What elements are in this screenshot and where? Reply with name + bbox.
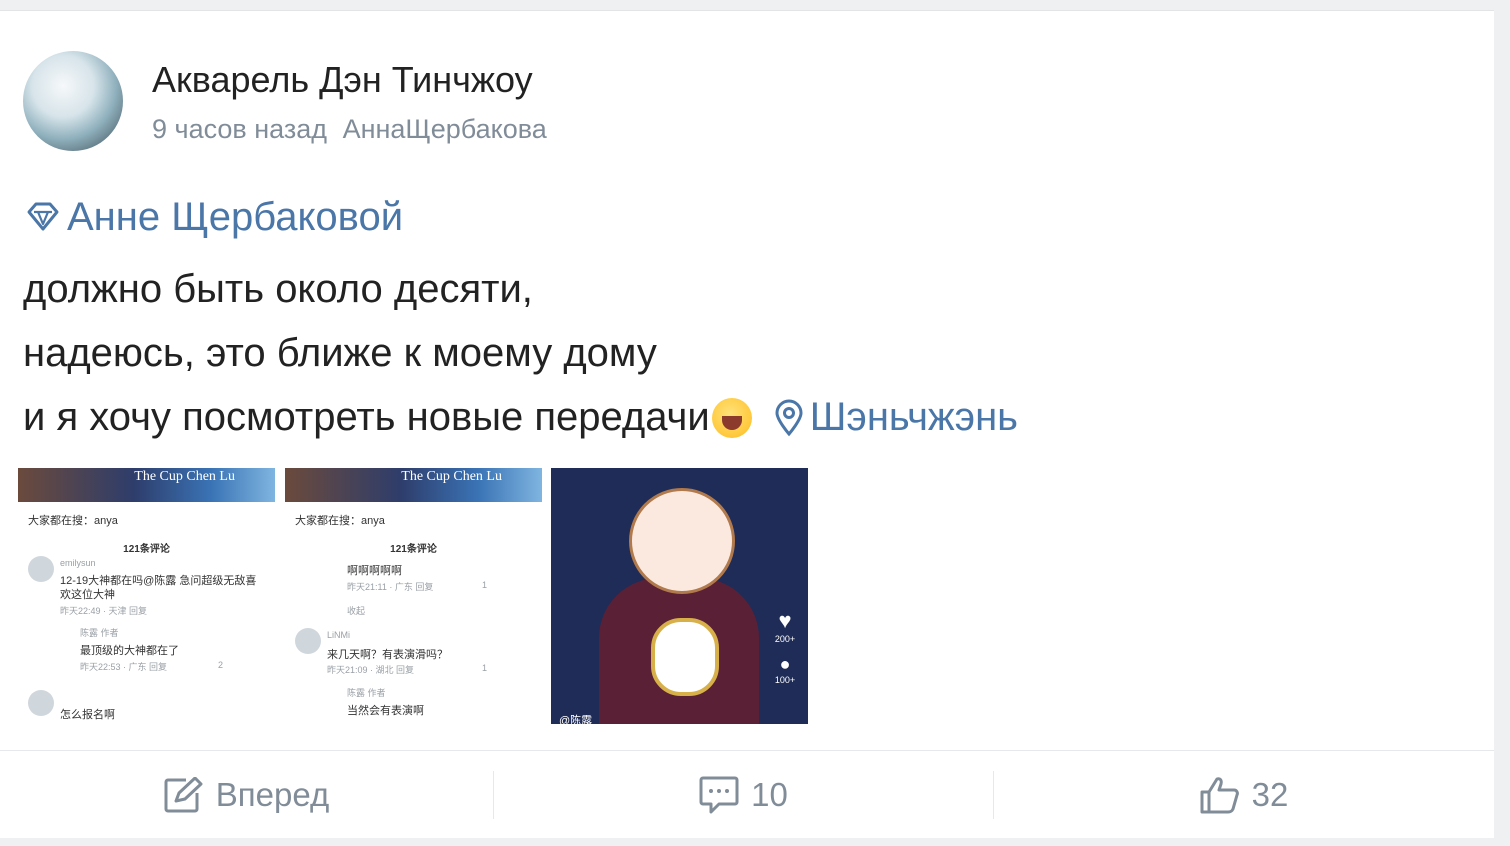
comment-row: 昨天21:09 · 湖北 回复	[327, 665, 415, 675]
like-button[interactable]: 32	[994, 751, 1494, 839]
likes-count: 200+	[774, 634, 796, 644]
banner-text: The Cup Chen Lu	[134, 469, 235, 484]
like-count: 1	[482, 580, 488, 590]
post-text-line-3-text: и я хочу посмотреть новые передачи	[23, 395, 710, 439]
post-meta: 9 часов назад АннаЩербакова	[152, 114, 547, 145]
comment-row: 来几天啊？有表演滑吗？	[327, 649, 448, 661]
page-gutter	[1494, 0, 1510, 846]
post-tag[interactable]: АннаЩербакова	[343, 114, 547, 144]
thumbs-up-icon	[1200, 777, 1239, 814]
comment-row: 最顶级的大神都在了	[80, 645, 179, 657]
watermark: @陈露	[559, 715, 593, 724]
avatar	[295, 628, 321, 654]
comment-row: 陈露 作者	[347, 688, 386, 698]
comment-button[interactable]: 10	[494, 751, 993, 839]
comments-count: 121条评论	[390, 544, 437, 555]
collapse-link[interactable]: 收起	[347, 604, 365, 617]
avatar	[28, 690, 54, 716]
comment-row: LiNMi	[327, 630, 351, 640]
photo-1[interactable]: The Cup Chen Lu 大家都在搜：anya 121条评论 emilys…	[18, 468, 275, 724]
comment-row: 啊啊啊啊啊	[347, 565, 402, 577]
diamond-icon	[27, 202, 59, 231]
like-count: 32	[1251, 776, 1289, 813]
mascot	[651, 618, 719, 696]
mention-label: Анне Щербаковой	[67, 194, 404, 239]
comments-count: 100+	[774, 675, 796, 685]
post-time[interactable]: 9 часов назад	[152, 114, 327, 144]
banner-text: The Cup Chen Lu	[401, 469, 502, 484]
photo-3[interactable]: ♥ 200+ ● 100+ @陈露	[551, 468, 808, 724]
comment-row: 昨天22:49 · 天津 回复	[60, 606, 148, 616]
comment-icon[interactable]: ●	[770, 654, 800, 675]
action-bar: Вперед 10 32	[0, 750, 1494, 839]
search-label: 大家都在搜：anya	[28, 515, 118, 527]
heart-icon[interactable]: ♥	[770, 608, 800, 634]
comment-row: 欢这位大神	[60, 589, 115, 601]
comment-row: 怎么报名啊	[60, 709, 115, 721]
comment-row: 当然会有表演啊	[347, 705, 424, 717]
share-icon	[164, 777, 203, 813]
comment-row: emilysun	[60, 558, 96, 568]
like-count: 2	[218, 660, 224, 670]
comment-count: 10	[751, 776, 788, 813]
comment-row: 昨天21:11 · 广东 回复	[347, 582, 434, 592]
avatar	[28, 556, 54, 582]
author-avatar[interactable]	[23, 51, 123, 151]
post-text-line-1: должно быть около десяти,	[23, 267, 533, 311]
location-link[interactable]: Шэньчжэнь	[774, 395, 1018, 440]
photo-2[interactable]: The Cup Chen Lu 大家都在搜：anya 121条评论 啊啊啊啊啊 …	[285, 468, 542, 724]
photo-banner: The Cup Chen Lu	[285, 468, 542, 502]
share-label: Вперед	[215, 776, 330, 813]
map-pin-icon	[775, 399, 803, 436]
comments-count: 121条评论	[123, 544, 170, 555]
laughing-crying-emoji-icon	[711, 397, 752, 438]
search-label: 大家都在搜：anya	[295, 515, 385, 527]
post-text-line-2: надеюсь, это ближе к моему дому	[23, 331, 657, 375]
mention-link[interactable]: Анне Щербаковой	[23, 193, 403, 241]
share-button[interactable]: Вперед	[0, 751, 493, 839]
author-name[interactable]: Акварель Дэн Тинчжоу	[152, 59, 533, 101]
figure-face	[629, 488, 735, 594]
location-label: Шэньчжэнь	[809, 395, 1019, 439]
photo-banner: The Cup Chen Lu	[18, 468, 275, 502]
video-side-icons: ♥ 200+ ● 100+	[770, 564, 800, 685]
comment-row: 昨天22:53 · 广东 回复	[80, 662, 168, 672]
comment-icon	[699, 776, 739, 814]
like-count: 1	[482, 663, 488, 673]
comment-row: 陈露 作者	[80, 628, 119, 638]
post-text-line-3: и я хочу посмотреть новые передачи Шэньч…	[23, 395, 1018, 440]
photo-illustration	[599, 488, 759, 724]
